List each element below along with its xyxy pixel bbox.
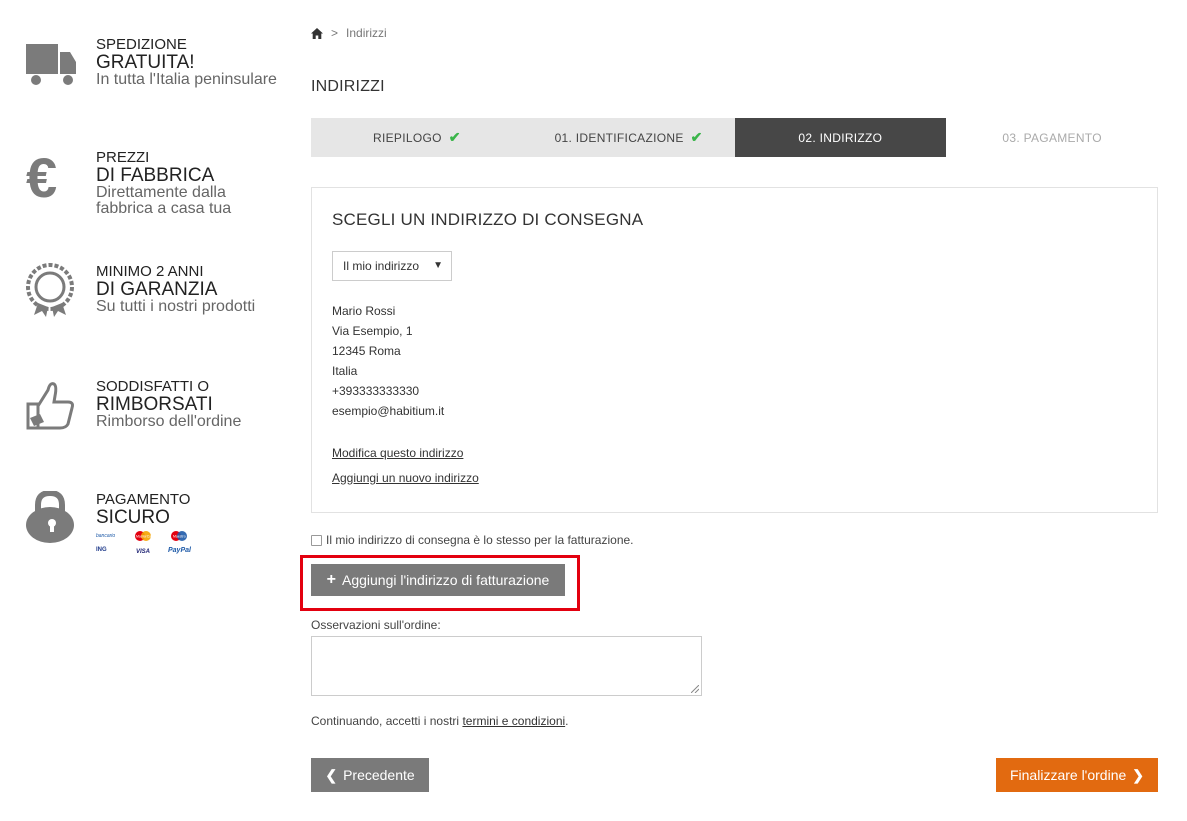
feature-text: PREZZI DI FABBRICA Direttamente dalla fa… bbox=[96, 149, 231, 217]
address-name: Mario Rossi bbox=[332, 304, 396, 318]
home-icon[interactable] bbox=[311, 27, 323, 39]
feature-small: PAGAMENTO bbox=[96, 491, 191, 508]
same-billing-label: Il mio indirizzo di consegna è lo stesso… bbox=[326, 533, 634, 547]
check-icon: ✔ bbox=[690, 129, 703, 145]
step-label: 01. IDENTIFICAZIONE bbox=[554, 130, 684, 145]
ing-logo: ING bbox=[96, 547, 107, 553]
payment-logos: bancario MasterCard Maestro ING VISA Pay… bbox=[96, 531, 192, 555]
edit-address-link[interactable]: Modifica questo indirizzo bbox=[332, 446, 463, 460]
feature-big: DI FABBRICA bbox=[96, 165, 215, 186]
feature-big: RIMBORSATI bbox=[96, 394, 213, 415]
address-select[interactable]: Il mio indirizzo ▼ bbox=[332, 251, 452, 281]
terms-suffix: . bbox=[565, 714, 569, 728]
chevron-left-icon: ❮ bbox=[325, 766, 338, 783]
warranty-badge-icon bbox=[26, 263, 74, 317]
svg-text:€: € bbox=[26, 149, 57, 203]
same-billing-option: Il mio indirizzo di consegna è lo stesso… bbox=[311, 533, 634, 547]
feature-text: SPEDIZIONE GRATUITA! In tutta l'Italia p… bbox=[96, 36, 277, 88]
step-payment: 03. PAGAMENTO bbox=[946, 118, 1158, 157]
add-billing-label: Aggiungi l'indirizzo di fatturazione bbox=[341, 572, 550, 588]
address-select-value: Il mio indirizzo bbox=[343, 259, 420, 273]
address-phone: +393333333330 bbox=[332, 384, 420, 398]
step-identification[interactable]: 01. IDENTIFICAZIONE ✔ bbox=[523, 118, 735, 157]
terms-link[interactable]: termini e condizioni bbox=[462, 714, 565, 728]
feature-sub: Su tutti i nostri prodotti bbox=[96, 298, 256, 315]
mastercard-logo: MasterCard bbox=[135, 531, 154, 541]
finalize-order-button[interactable]: Finalizzare l'ordine ❯ bbox=[996, 758, 1158, 792]
check-icon: ✔ bbox=[448, 129, 461, 145]
truck-icon bbox=[26, 44, 76, 85]
breadcrumb: > Indirizzi bbox=[311, 26, 387, 40]
observations-label: Osservazioni sull'ordine: bbox=[311, 618, 441, 632]
mastercard-label: MasterCard bbox=[136, 535, 154, 539]
step-label: 02. INDIRIZZO bbox=[798, 130, 883, 145]
previous-label: Precedente bbox=[343, 767, 415, 783]
address-street: Via Esempio, 1 bbox=[332, 324, 413, 338]
feature-text: SODDISFATTI O RIMBORSATI Rimborso dell'o… bbox=[96, 378, 241, 430]
feature-sub: In tutta l'Italia peninsulare bbox=[96, 71, 277, 88]
maestro-label: Maestro bbox=[173, 535, 186, 539]
feature-sub: Direttamente dalla bbox=[96, 184, 226, 201]
step-summary[interactable]: RIEPILOGO ✔ bbox=[311, 118, 523, 157]
feature-text: MINIMO 2 ANNI DI GARANZIA Su tutti i nos… bbox=[96, 263, 255, 315]
address-details: Mario Rossi Via Esempio, 1 12345 Roma It… bbox=[332, 301, 444, 421]
feature-big: DI GARANZIA bbox=[96, 279, 218, 300]
add-address-link[interactable]: Aggiungi un nuovo indirizzo bbox=[332, 471, 479, 485]
same-billing-checkbox[interactable] bbox=[311, 534, 322, 546]
lock-icon bbox=[26, 491, 74, 543]
caret-down-icon: ▼ bbox=[433, 260, 443, 271]
feature-small: SODDISFATTI O bbox=[96, 378, 210, 395]
euro-icon: € bbox=[26, 149, 57, 203]
delivery-address-title: SCEGLI UN INDIRIZZO DI CONSEGNA bbox=[332, 210, 644, 229]
breadcrumb-current: Indirizzi bbox=[346, 26, 387, 40]
previous-button[interactable]: ❮ Precedente bbox=[311, 758, 429, 792]
feature-big: GRATUITA! bbox=[96, 52, 195, 73]
checkout-steps: RIEPILOGO ✔ 01. IDENTIFICAZIONE ✔ 02. IN… bbox=[311, 118, 1158, 157]
bancario-logo: bancario bbox=[96, 533, 115, 539]
feature-sub: fabbrica a casa tua bbox=[96, 200, 232, 217]
feature-big: SICURO bbox=[96, 507, 170, 528]
thumbs-up-icon bbox=[26, 382, 74, 430]
address-city: 12345 Roma bbox=[332, 344, 401, 358]
step-address: 02. INDIRIZZO bbox=[734, 118, 947, 157]
step-label: RIEPILOGO bbox=[373, 130, 442, 145]
address-email: esempio@habitium.it bbox=[332, 404, 445, 418]
visa-logo: VISA bbox=[136, 549, 150, 555]
terms-text: Continuando, accetti i nostri termini e … bbox=[311, 714, 569, 728]
page-title: INDIRIZZI bbox=[311, 78, 385, 95]
paypal-logo: PayPal bbox=[168, 547, 192, 554]
plus-icon: + bbox=[326, 571, 336, 588]
resize-handle-icon[interactable] bbox=[691, 685, 699, 693]
chevron-right-icon: ❯ bbox=[1132, 766, 1144, 783]
add-billing-address-button[interactable]: + Aggiungi l'indirizzo di fatturazione bbox=[311, 564, 565, 596]
observations-textarea[interactable] bbox=[311, 636, 702, 696]
feature-small: PREZZI bbox=[96, 149, 150, 166]
feature-text: PAGAMENTO SICURO bbox=[96, 491, 190, 527]
finalize-label: Finalizzare l'ordine bbox=[1009, 767, 1127, 783]
address-country: Italia bbox=[332, 364, 358, 378]
feature-small: SPEDIZIONE bbox=[96, 36, 187, 53]
feature-small: MINIMO 2 ANNI bbox=[96, 263, 204, 280]
breadcrumb-separator: > bbox=[331, 26, 339, 40]
terms-prefix: Continuando, accetti i nostri bbox=[311, 714, 460, 728]
feature-sub: Rimborso dell'ordine bbox=[96, 413, 242, 430]
maestro-logo: Maestro bbox=[171, 531, 187, 541]
delivery-address-panel: SCEGLI UN INDIRIZZO DI CONSEGNA Il mio i… bbox=[311, 187, 1158, 513]
step-label: 03. PAGAMENTO bbox=[1002, 130, 1102, 145]
